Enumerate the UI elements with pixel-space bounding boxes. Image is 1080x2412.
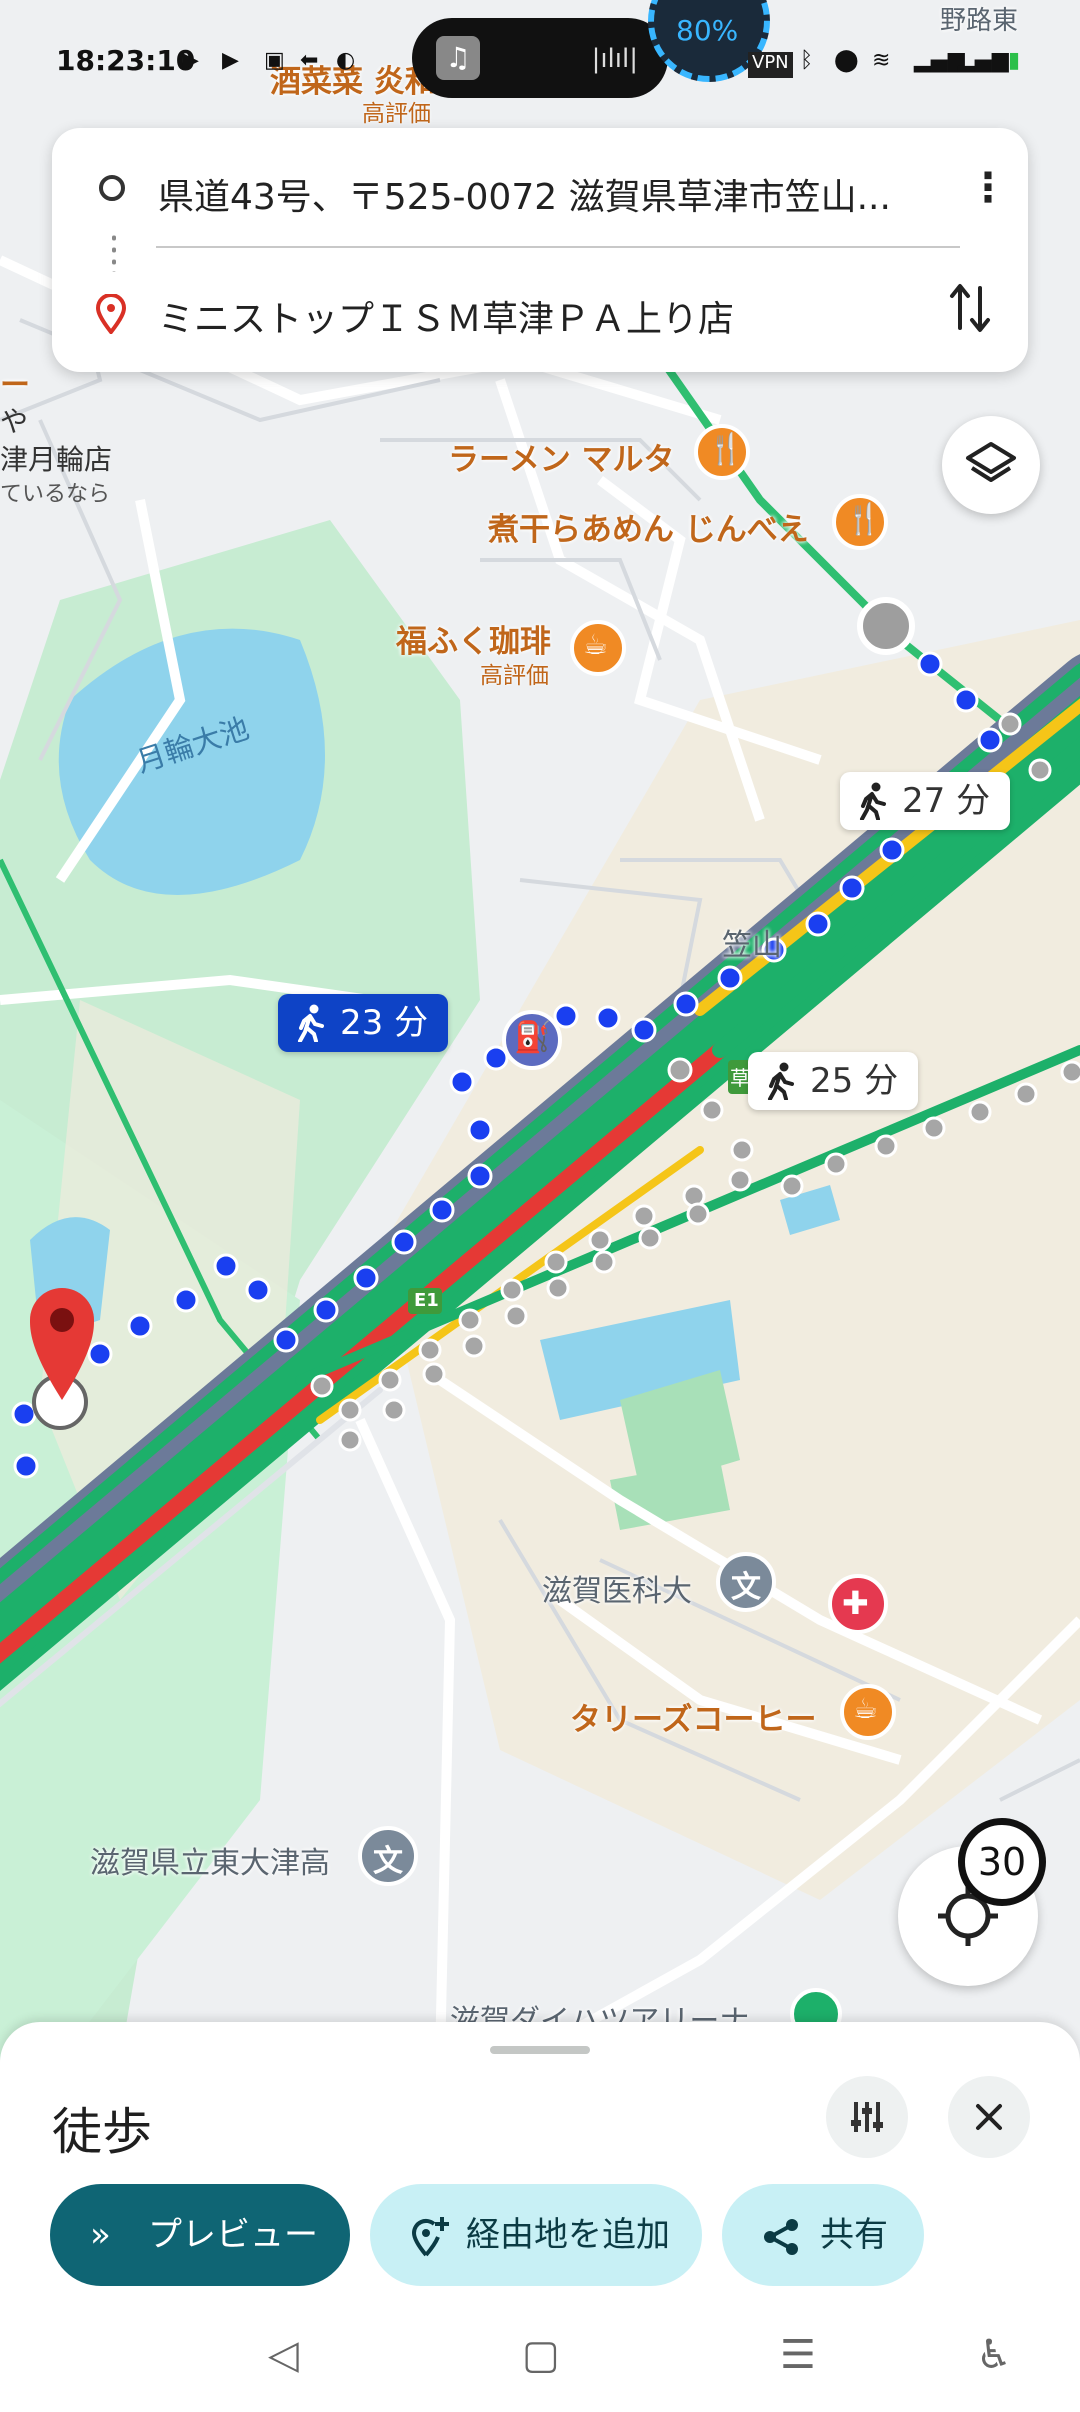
close-button[interactable]	[948, 2076, 1030, 2158]
speed-limit-sign: 30	[958, 1818, 1046, 1906]
origin-text[interactable]: 県道43号、〒525-0072 滋賀県草津市笠山...	[158, 168, 948, 220]
bluetooth-icon: ᛒ	[800, 48, 814, 73]
accessibility-icon[interactable]: ♿	[976, 2332, 1012, 2378]
poi-label[interactable]: 滋賀医科大	[542, 1566, 692, 1610]
share-button[interactable]: 共有	[722, 2184, 924, 2286]
layers-icon	[966, 442, 1016, 482]
route-options-button[interactable]	[826, 2076, 908, 2158]
duration-label: 25 分	[810, 1061, 899, 1101]
vpn-icon: VPN	[748, 52, 793, 78]
add-location-icon	[410, 2184, 450, 2286]
poi-label[interactable]: 滋賀県立東大津高	[90, 1838, 330, 1882]
notification-icon: ◐	[336, 48, 356, 73]
directions-bottom-sheet: 徒歩 » プレビュー 経由地を追加 共有 ◁ ▢ ☰ ♿	[0, 2022, 1080, 2412]
partial-label: ー	[0, 368, 30, 403]
share-icon	[762, 2184, 800, 2286]
duration-label: 23 分	[340, 1003, 429, 1043]
restaurant-icon[interactable]: 🍴	[845, 502, 882, 537]
partial-label: ているなら	[0, 482, 111, 507]
back-icon[interactable]: ◁	[268, 2332, 299, 2378]
cafe-icon[interactable]: ☕	[853, 1692, 878, 1725]
close-icon	[976, 2104, 1002, 2130]
swap-icon[interactable]	[948, 278, 992, 338]
place-label: 笠山	[722, 928, 782, 963]
youtube-icon: ▶	[222, 48, 239, 73]
partial-label: 津月輪店	[0, 443, 113, 476]
music-icon: ♫	[436, 36, 480, 80]
poi-label[interactable]: タリーズコーヒー	[570, 1694, 816, 1739]
sliders-icon	[851, 2102, 883, 2132]
status-time: 18:23:10	[56, 44, 196, 77]
app-icon: ▣	[264, 48, 285, 73]
poi-label[interactable]: 煮干らあめん じんべえ	[488, 504, 809, 549]
notification-icon: ⬅	[300, 48, 319, 73]
dynamic-island: ♫ |ılıl|	[412, 18, 668, 98]
add-waypoint-label: 経由地を追加	[466, 2215, 670, 2255]
audio-wave-icon: |ılıl|	[591, 44, 638, 74]
share-label: 共有	[820, 2215, 888, 2255]
route-duration-alt[interactable]: 25 分	[748, 1052, 919, 1110]
gas-station-icon[interactable]: ⛽	[514, 1020, 551, 1055]
add-waypoint-button[interactable]: 経由地を追加	[370, 2184, 702, 2286]
divider	[156, 246, 960, 248]
signal-icon: ▂▄▆	[958, 48, 1009, 73]
system-nav-bar: ◁ ▢ ☰ ♿	[0, 2300, 1080, 2412]
status-bar: 18:23:10 ▶ ▶ ▣ ⬅ ◐ ♫ |ılıl| 80% VPN ᛒ ⬤ …	[0, 0, 1080, 110]
school-icon[interactable]: 文	[373, 1836, 403, 1880]
double-chevron-icon: »	[90, 2215, 111, 2255]
duration-label: 27 分	[902, 781, 991, 821]
location-icon: ⬤	[834, 48, 859, 73]
battery-percent: 80%	[676, 14, 739, 47]
partial-label: や	[0, 405, 29, 438]
destination-text[interactable]: ミニストップＩＳＭ草津ＰＡ上り店	[158, 290, 948, 342]
preview-button[interactable]: » プレビュー	[50, 2184, 350, 2286]
travel-mode-title: 徒歩	[52, 2103, 152, 2161]
layers-button[interactable]	[942, 416, 1040, 514]
home-icon[interactable]: ▢	[522, 2332, 560, 2378]
poi-label[interactable]: 福ふく珈琲	[396, 616, 551, 661]
poi-rating-label: 高評価	[480, 663, 549, 689]
origin-row[interactable]: 県道43号、〒525-0072 滋賀県草津市笠山... ⋮	[52, 128, 1028, 248]
drag-handle[interactable]	[490, 2046, 590, 2054]
more-options-icon[interactable]: ⋮	[968, 166, 1008, 210]
route-duration-selected[interactable]: 23 分	[278, 994, 449, 1052]
destination-pin-icon	[95, 293, 127, 338]
battery-icon: ▮	[1008, 48, 1021, 73]
highway-shield: E1	[414, 1290, 439, 1311]
route-duration-alt[interactable]: 27 分	[840, 772, 1011, 830]
youtube-icon: ▶	[182, 48, 199, 73]
wifi-icon: ≋	[872, 48, 891, 73]
highway-shield-2: 草	[730, 1066, 750, 1090]
hospital-icon[interactable]: ✚	[842, 1584, 869, 1622]
cafe-icon[interactable]: ☕	[583, 628, 608, 661]
restaurant-icon[interactable]: 🍴	[707, 432, 744, 467]
origin-circle-icon	[99, 175, 125, 201]
route-search-card: 県道43号、〒525-0072 滋賀県草津市笠山... ⋮ ミニストップＩＳＭ草…	[52, 128, 1028, 372]
school-icon[interactable]: 文	[731, 1562, 761, 1606]
recents-icon[interactable]: ☰	[780, 2332, 816, 2378]
destination-row[interactable]: ミニストップＩＳＭ草津ＰＡ上り店	[52, 250, 1028, 370]
preview-label: プレビュー	[148, 2215, 318, 2255]
poi-label[interactable]: ラーメン マルタ	[448, 434, 675, 479]
